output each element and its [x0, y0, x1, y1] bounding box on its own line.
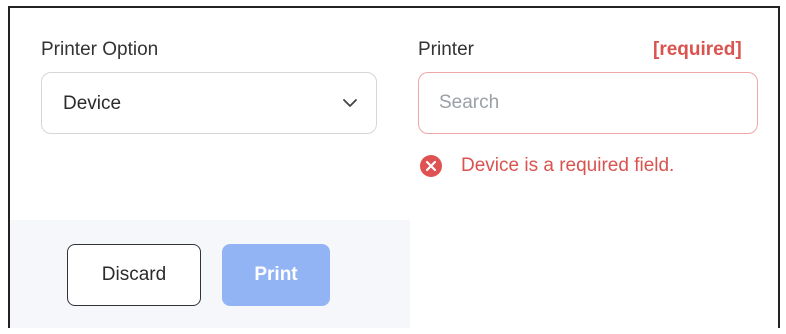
- error-circle-x-icon: [420, 155, 442, 177]
- printer-option-label: Printer Option: [41, 39, 159, 60]
- error-text: Device is a required field.: [461, 155, 675, 176]
- chevron-down-icon: [343, 99, 357, 107]
- print-dialog: Printer Option Device Printer [required]…: [8, 6, 780, 328]
- required-indicator: [required]: [653, 39, 742, 60]
- printer-option-selected-value: Device: [63, 93, 122, 114]
- printer-search-input[interactable]: [418, 72, 758, 134]
- print-button[interactable]: Print: [222, 244, 330, 306]
- printer-option-select[interactable]: Device: [41, 72, 377, 134]
- printer-label: Printer: [418, 39, 474, 60]
- discard-button[interactable]: Discard: [67, 244, 201, 306]
- printer-error-message: Device is a required field.: [418, 154, 674, 178]
